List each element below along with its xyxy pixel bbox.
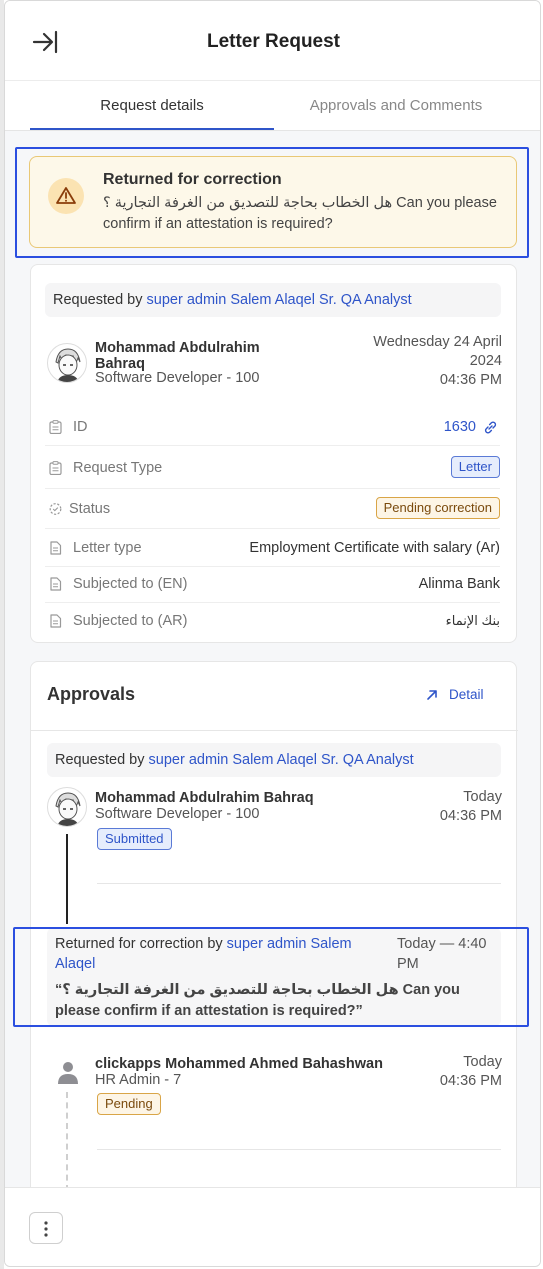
field-row-subjected-ar: Subjected to (AR) بنك الإنماء: [45, 602, 500, 640]
document-icon: [50, 614, 62, 628]
field-label-status: Status: [69, 501, 111, 517]
request-details-card: Requested by super admin Salem Alaqel Sr…: [30, 264, 517, 643]
step-divider: [97, 883, 501, 884]
field-value-id-link[interactable]: 1630: [444, 408, 476, 446]
field-row-id: ID 1630: [45, 408, 500, 446]
kebab-menu-icon: [44, 1221, 48, 1237]
requested-by-prefix: Requested by: [53, 292, 143, 308]
approvals-requested-by-link[interactable]: super admin Salem Alaqel Sr. QA Analyst: [149, 752, 414, 768]
clipboard-icon: [49, 461, 62, 475]
field-label-id: ID: [73, 419, 88, 435]
field-row-subjected-en: Subjected to (EN) Alinma Bank: [45, 565, 500, 603]
approval-step2-day: Today: [463, 1054, 502, 1070]
tab-request-details[interactable]: Request details: [30, 81, 274, 131]
approval-step1-time: 04:36 PM: [439, 808, 502, 824]
panel-header: Letter Request: [5, 1, 540, 81]
avatar: [47, 343, 87, 383]
approval-step1-role: Software Developer - 100: [95, 806, 260, 822]
approval-step2-name: clickapps Mohammed Ahmed Bahashwan: [95, 1056, 383, 1072]
field-label-subjected-ar: Subjected to (AR): [73, 613, 188, 629]
field-row-status: Status Pending correction: [45, 489, 500, 529]
requester-role: Software Developer - 100: [95, 370, 260, 386]
focus-highlight-returned: [13, 927, 529, 1027]
focus-highlight-banner: [15, 147, 529, 258]
letter-request-panel: Letter Request Request details Approvals…: [4, 0, 541, 1267]
panel-footer: [5, 1187, 540, 1266]
page-title: Letter Request: [206, 31, 341, 52]
user-placeholder-icon: [58, 1062, 78, 1084]
field-label-request-type: Request Type: [73, 460, 163, 476]
field-value-subjected-ar: بنك الإنماء: [445, 613, 500, 628]
approval-step1-day: Today: [463, 789, 502, 805]
tab-approvals-and-comments[interactable]: Approvals and Comments: [274, 81, 518, 131]
detail-link[interactable]: Detail: [449, 687, 484, 702]
approvals-title: Approvals: [47, 684, 136, 704]
field-value-letter-type: Employment Certificate with salary (Ar): [249, 540, 500, 556]
request-date: Wednesday 24 April 2024 04:36 PM: [302, 333, 502, 390]
field-label-letter-type: Letter type: [73, 540, 142, 556]
active-tab-indicator: [30, 128, 274, 130]
requested-by: Requested by super admin Salem Alaqel Sr…: [45, 283, 501, 317]
approval-step1-name: Mohammad Abdulrahim Bahraq: [95, 790, 314, 806]
step-divider: [97, 1149, 501, 1150]
link-icon[interactable]: [483, 420, 498, 435]
approvals-requested-by-prefix: Requested by: [55, 752, 145, 768]
approval-step2-time: 04:36 PM: [439, 1073, 502, 1089]
document-icon: [50, 577, 62, 591]
approval-step2-role: HR Admin - 7: [95, 1072, 182, 1088]
timeline-line: [66, 834, 68, 924]
request-date-line2: 2024: [469, 353, 502, 369]
requester-name: Mohammad Abdulrahim Bahraq: [95, 340, 260, 372]
submitted-badge: Submitted: [97, 828, 172, 850]
request-date-line1: Wednesday 24 April: [373, 334, 502, 350]
field-label-subjected-en: Subjected to (EN): [73, 576, 188, 592]
field-value-subjected-en: Alinma Bank: [418, 576, 500, 592]
external-arrow-icon[interactable]: [425, 688, 439, 702]
approvals-divider: [31, 730, 518, 731]
request-type-badge: Letter: [450, 456, 500, 478]
clipboard-icon: [49, 420, 62, 434]
approvals-requested-by: Requested by super admin Salem Alaqel Sr…: [47, 743, 501, 777]
pending-badge: Pending: [97, 1093, 161, 1115]
requested-by-link[interactable]: super admin Salem Alaqel Sr. QA Analyst: [147, 292, 412, 308]
approval-step2-date: Today 04:36 PM: [382, 1053, 502, 1091]
request-time: 04:36 PM: [439, 372, 502, 388]
more-options-button[interactable]: [29, 1212, 63, 1244]
field-row-request-type: Request Type Letter: [45, 447, 500, 489]
field-row-letter-type: Letter type Employment Certificate with …: [45, 529, 500, 567]
document-icon: [50, 541, 62, 555]
status-badge: Pending correction: [375, 497, 500, 519]
approval-step1-date: Today 04:36 PM: [382, 788, 502, 826]
tab-bar: Request details Approvals and Comments: [5, 81, 540, 131]
avatar: [47, 787, 87, 827]
status-dashed-circle-icon: [49, 503, 62, 515]
